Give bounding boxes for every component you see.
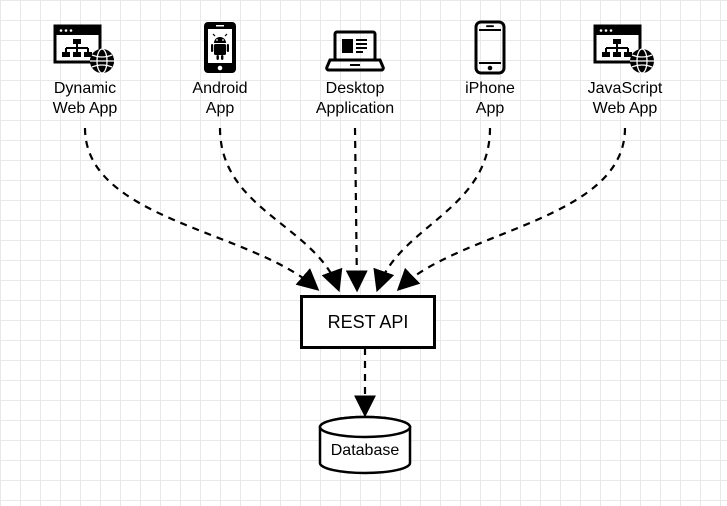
- database-label: Database: [331, 442, 400, 459]
- rest-api-box: REST API: [300, 295, 436, 349]
- database-icon: Database: [310, 415, 420, 477]
- browser-globe-icon: [50, 23, 120, 75]
- client-label-line1: iPhone: [465, 80, 515, 97]
- client-label-line2: App: [476, 100, 504, 117]
- client-label-line1: Dynamic: [54, 80, 116, 97]
- client-label-line2: Application: [316, 100, 394, 117]
- client-label-line2: App: [206, 100, 234, 117]
- client-js-web-app: JavaScript Web App: [565, 20, 685, 119]
- client-dynamic-web-app: Dynamic Web App: [25, 20, 145, 119]
- iphone-icon: [472, 20, 508, 75]
- client-label-line1: JavaScript: [588, 80, 663, 97]
- rest-api-label: REST API: [328, 312, 409, 333]
- browser-globe-icon: [590, 23, 660, 75]
- laptop-icon: [325, 27, 385, 75]
- client-iphone-app: iPhone App: [430, 20, 550, 119]
- client-label-line1: Android: [192, 80, 247, 97]
- client-desktop-app: Desktop Application: [295, 20, 415, 119]
- android-phone-icon: [200, 20, 240, 75]
- client-android-app: Android App: [160, 20, 280, 119]
- client-label-line1: Desktop: [326, 80, 385, 97]
- client-label-line2: Web App: [593, 100, 658, 117]
- database-node: Database: [310, 415, 420, 482]
- client-label-line2: Web App: [53, 100, 118, 117]
